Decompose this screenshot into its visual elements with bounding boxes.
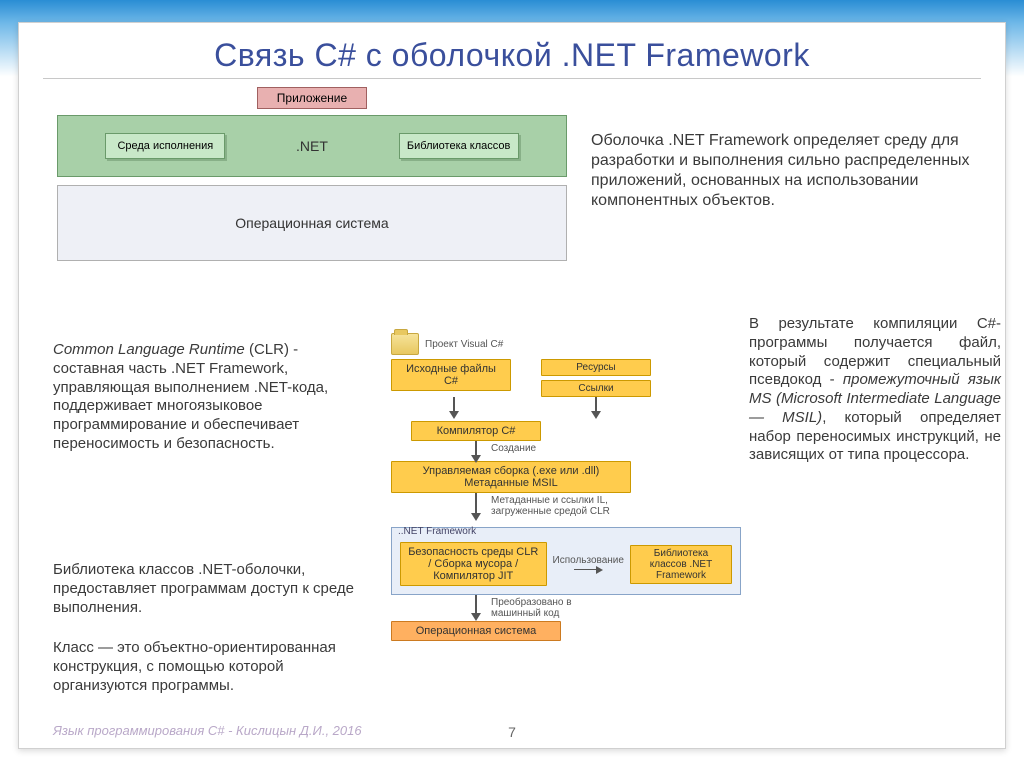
footer-text: Язык программирования C# - Кислицын Д.И.… [53,723,362,738]
architecture-diagram: Приложение Среда исполнения .NET Библиот… [57,87,567,261]
assembly-box: Управляемая сборка (.exe или .dll) Метад… [391,461,631,493]
project-label: Проект Visual C# [425,339,503,350]
net-caption: ..NET Framework [398,526,476,537]
folder-icon [391,333,419,355]
runtime-box: Среда исполнения [105,133,225,159]
use-label: Использование [553,555,624,566]
slide: Связь C# с оболочкой .NET Framework Прил… [18,22,1006,749]
native-label: Преобразовано в машинный код [491,597,621,619]
net-label: .NET [296,138,328,154]
oblochka-text: Оболочка .NET Framework определяет среду… [591,131,995,211]
classlib-box: Библиотека классов [399,133,519,159]
os-box: Операционная система [57,185,567,261]
clr-box: Безопасность среды CLR / Сборка мусора /… [400,542,547,586]
lib-text: Библиотека классов .NET-оболочки, предос… [53,561,373,617]
src-box: Исходные файлы C# [391,359,511,391]
result-text: В результате компиляции C#-программы пол… [749,315,1001,465]
app-box: Приложение [257,87,367,109]
page-number: 7 [508,724,516,740]
classlib-net-box: Библиотека классов .NET Framework [630,545,732,584]
net-frame: ..NET Framework Безопасность среды CLR /… [391,527,741,595]
create-label: Создание [491,443,536,454]
slide-title: Связь C# с оболочкой .NET Framework [43,37,981,79]
class-text: Класс — это объектно-ориентированная кон… [53,639,373,695]
compiler-box: Компилятор C# [411,421,541,441]
net-row: Среда исполнения .NET Библиотека классов [57,115,567,177]
links-box: Ссылки [541,380,651,397]
clr-text: Common Language Runtime (CLR) - составна… [53,341,373,454]
os-flow-box: Операционная система [391,621,561,641]
compile-flow-diagram: Проект Visual C# Исходные файлы C# Ресур… [391,333,741,641]
clr-term: Common Language Runtime [53,341,245,358]
resources-box: Ресурсы [541,359,651,376]
meta-label: Метаданные и ссылки IL, загруженные сред… [491,495,651,517]
